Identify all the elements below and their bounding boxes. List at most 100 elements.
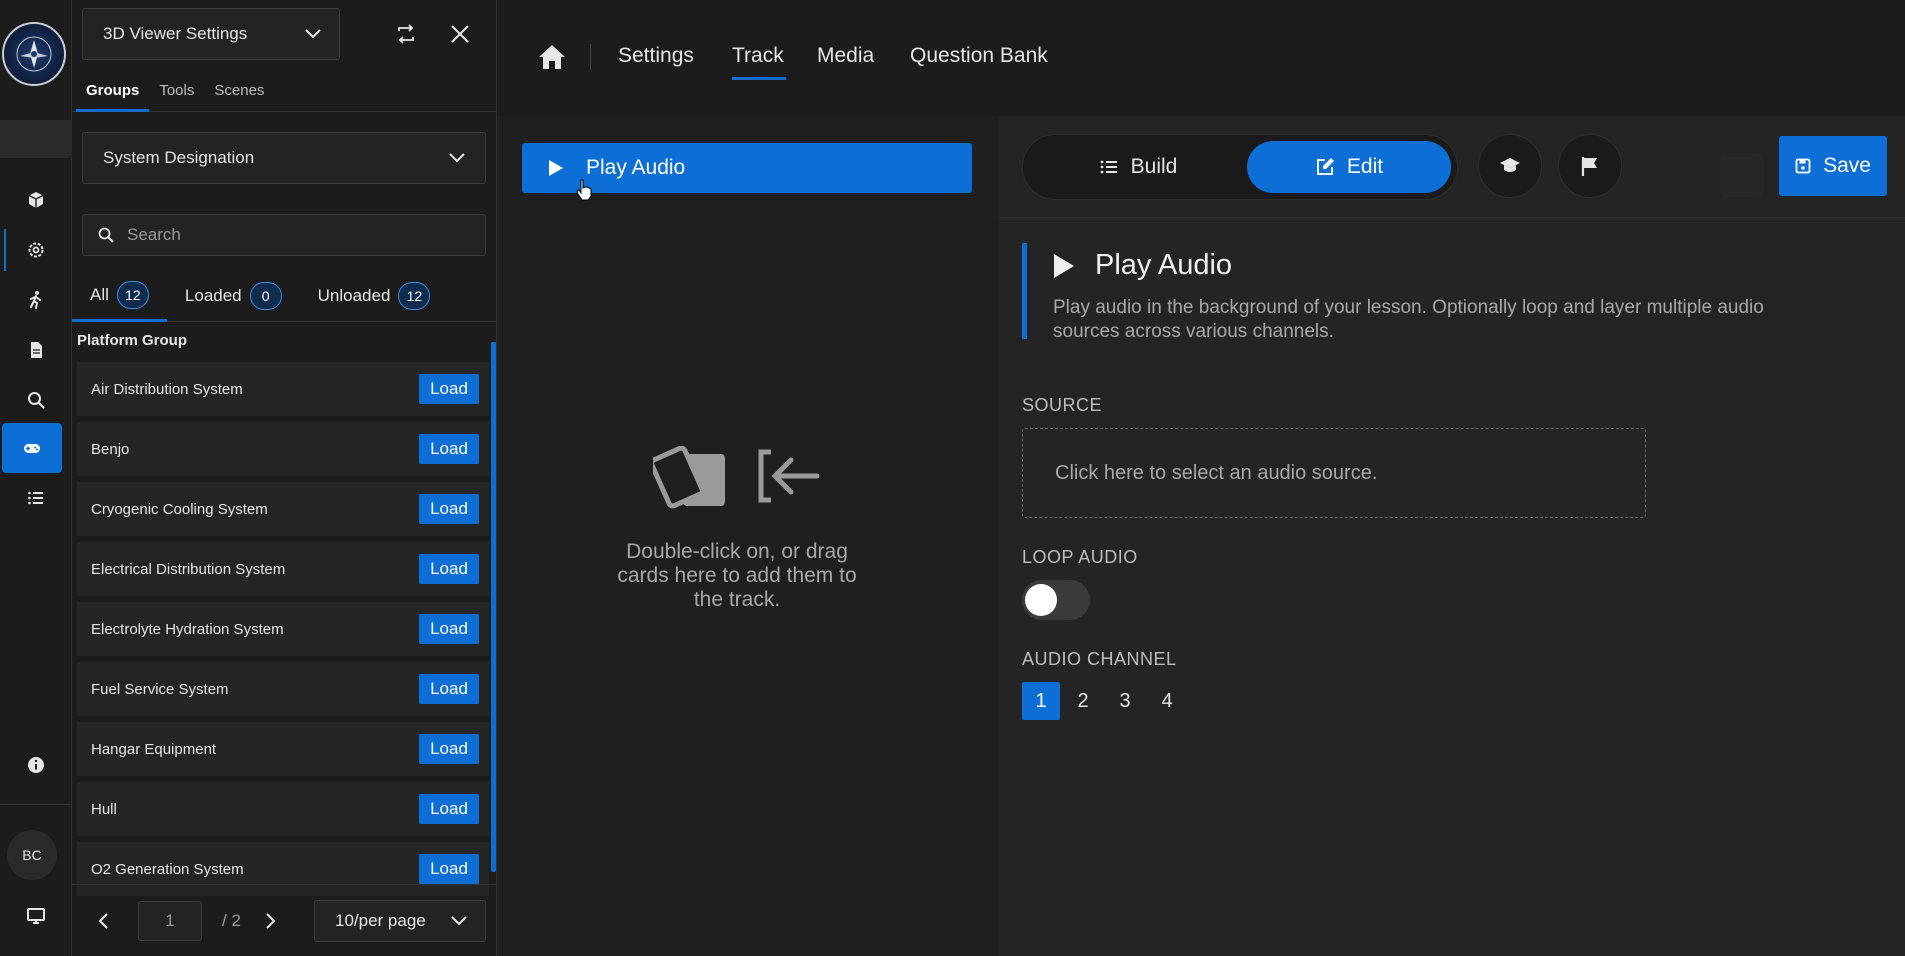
chevron-down-icon bbox=[305, 29, 321, 39]
track-column: Play Audio Double-click on, or drag card… bbox=[497, 116, 998, 956]
list-item: Hull Load bbox=[77, 782, 489, 836]
play-icon bbox=[549, 160, 563, 176]
prev-page-button[interactable] bbox=[92, 909, 116, 933]
channel-option-4[interactable]: 4 bbox=[1148, 682, 1186, 720]
page-total: / 2 bbox=[222, 910, 241, 930]
nav-media[interactable]: Media bbox=[817, 44, 874, 68]
flag-button[interactable] bbox=[1558, 134, 1622, 198]
source-label: SOURCE bbox=[1022, 395, 1103, 415]
graduation-cap-icon bbox=[1500, 158, 1520, 172]
list-item: Electrical Distribution System Load bbox=[77, 542, 489, 596]
rail-interactive[interactable] bbox=[2, 423, 62, 473]
rail-3d-models[interactable] bbox=[0, 175, 72, 225]
rail-band bbox=[0, 120, 72, 158]
nav-divider bbox=[590, 44, 591, 70]
page-number-input[interactable] bbox=[138, 900, 202, 941]
list-item: Benjo Load bbox=[77, 422, 489, 476]
rail-list[interactable] bbox=[0, 473, 72, 523]
load-button[interactable]: Load bbox=[419, 614, 479, 644]
play-icon bbox=[1054, 253, 1074, 278]
build-label: Build bbox=[1130, 155, 1178, 178]
edit-mode-button[interactable]: Edit bbox=[1247, 141, 1451, 193]
track-drop-zone[interactable]: Double-click on, or drag cards here to a… bbox=[557, 446, 917, 612]
card-description: Play audio in the background of your les… bbox=[1053, 297, 1764, 342]
home-icon[interactable] bbox=[537, 42, 567, 72]
list-item-name: Hull bbox=[91, 800, 117, 818]
gear-icon bbox=[28, 242, 44, 258]
system-designation-dropdown[interactable]: System Designation bbox=[82, 132, 486, 184]
load-button[interactable]: Load bbox=[419, 554, 479, 584]
cube-icon bbox=[28, 192, 44, 208]
per-page-select[interactable]: 10/per page bbox=[314, 899, 486, 942]
tab-scenes[interactable]: Scenes bbox=[204, 72, 274, 112]
nav-track[interactable]: Track bbox=[732, 44, 784, 68]
channel-option-1[interactable]: 1 bbox=[1022, 682, 1060, 720]
nav-question-bank[interactable]: Question Bank bbox=[910, 44, 1048, 68]
save-label: Save bbox=[1823, 154, 1871, 177]
next-page-button[interactable] bbox=[258, 909, 282, 933]
chevron-down-icon bbox=[449, 153, 465, 163]
load-button[interactable]: Load bbox=[419, 734, 479, 764]
loop-audio-label: LOOP AUDIO bbox=[1022, 547, 1138, 567]
card-editor: Build Edit Save Play Audio Play audio in… bbox=[998, 116, 1905, 956]
card-header: Play Audio Play audio in the background … bbox=[1022, 243, 1782, 342]
organization-logo[interactable] bbox=[2, 22, 66, 86]
drag-in-icon bbox=[758, 449, 820, 503]
filter-all-count: 12 bbox=[116, 280, 149, 309]
channel-option-3[interactable]: 3 bbox=[1106, 682, 1144, 720]
card-title-text: Play Audio bbox=[1095, 249, 1233, 281]
person-walking-icon bbox=[30, 291, 41, 309]
rail-settings[interactable] bbox=[0, 225, 72, 275]
rail-info[interactable] bbox=[0, 740, 72, 790]
list-item-name: O2 Generation System bbox=[91, 860, 244, 878]
rail-documents[interactable] bbox=[0, 325, 72, 375]
filter-loaded-count: 0 bbox=[249, 282, 282, 310]
filter-loaded[interactable]: Loaded 0 bbox=[167, 270, 300, 322]
list-item: Fuel Service System Load bbox=[77, 662, 489, 716]
audio-source-picker[interactable]: Click here to select an audio source. bbox=[1022, 428, 1646, 518]
load-button[interactable]: Load bbox=[419, 674, 479, 704]
user-avatar[interactable]: BC bbox=[7, 830, 57, 880]
close-icon bbox=[451, 25, 469, 43]
search-input[interactable] bbox=[127, 225, 467, 245]
list-item-name: Air Distribution System bbox=[91, 380, 243, 398]
nav-settings[interactable]: Settings bbox=[618, 44, 694, 68]
placeholder-tile bbox=[1720, 153, 1764, 197]
channel-option-2[interactable]: 2 bbox=[1064, 682, 1102, 720]
load-button[interactable]: Load bbox=[419, 434, 479, 464]
tab-tools[interactable]: Tools bbox=[149, 72, 204, 112]
load-button[interactable]: Load bbox=[419, 374, 479, 404]
filter-unloaded[interactable]: Unloaded 12 bbox=[300, 270, 449, 322]
filter-all[interactable]: All 12 bbox=[72, 270, 167, 322]
edit-icon bbox=[1316, 158, 1334, 175]
load-button[interactable]: Load bbox=[419, 854, 479, 884]
search-icon bbox=[98, 227, 114, 243]
save-button[interactable]: Save bbox=[1779, 136, 1887, 196]
top-navigation: Settings Track Media Question Bank bbox=[497, 0, 1905, 116]
list-item: Air Distribution System Load bbox=[77, 362, 489, 416]
loop-audio-toggle[interactable] bbox=[1022, 580, 1090, 620]
refresh-button[interactable] bbox=[388, 16, 424, 52]
chevron-down-icon bbox=[451, 915, 467, 925]
list-icon bbox=[28, 491, 43, 505]
viewer-settings-dropdown[interactable]: 3D Viewer Settings bbox=[82, 8, 340, 60]
list-item-name: Benjo bbox=[91, 440, 130, 458]
list-scrollbar[interactable] bbox=[491, 342, 496, 872]
hand-cursor-icon bbox=[576, 179, 592, 201]
load-button[interactable]: Load bbox=[419, 794, 479, 824]
pagination: / 2 10/per page bbox=[72, 884, 497, 956]
rail-search[interactable] bbox=[0, 375, 72, 425]
close-panel-button[interactable] bbox=[442, 16, 478, 52]
list-item-name: Cryogenic Cooling System bbox=[91, 500, 268, 518]
rail-walkthrough[interactable] bbox=[0, 275, 72, 325]
filter-unloaded-label: Unloaded bbox=[317, 286, 391, 305]
load-button[interactable]: Load bbox=[419, 494, 479, 524]
list-item-name: Fuel Service System bbox=[91, 680, 229, 698]
build-mode-button[interactable]: Build bbox=[1063, 141, 1213, 193]
gamepad-icon bbox=[24, 444, 40, 453]
panel-tabs: Groups Tools Scenes bbox=[72, 72, 497, 112]
tab-groups[interactable]: Groups bbox=[76, 72, 150, 112]
lesson-mode-button[interactable] bbox=[1478, 134, 1542, 198]
list-icon bbox=[1100, 160, 1117, 174]
rail-display[interactable] bbox=[0, 891, 72, 941]
